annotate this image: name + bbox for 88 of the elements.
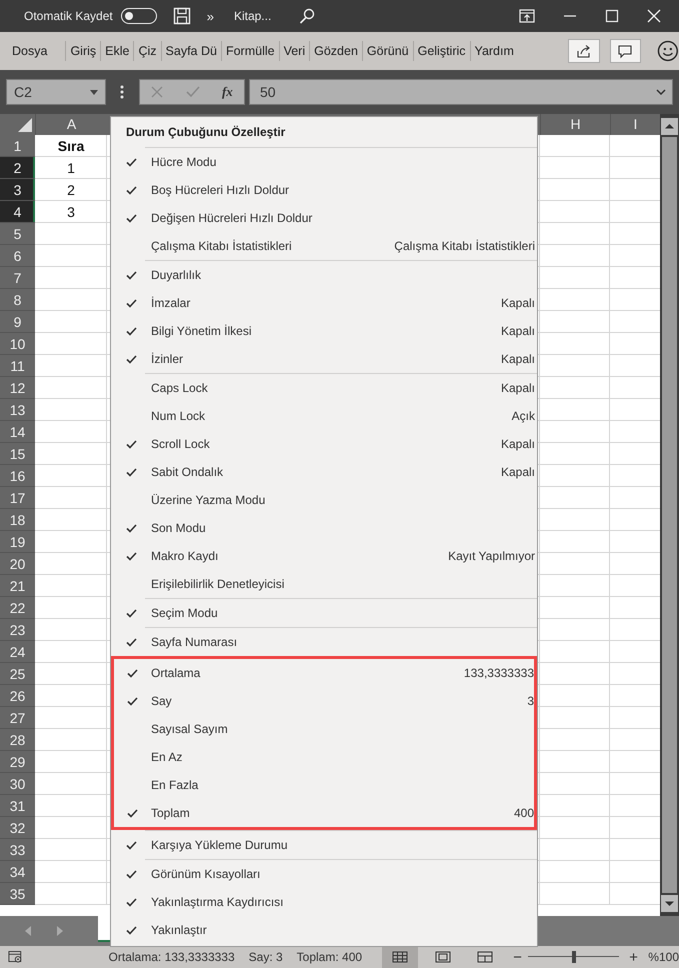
row-header[interactable]: 18: [0, 509, 35, 531]
menu-item[interactable]: Sayfa Numarası: [111, 628, 537, 656]
ribbon-tab[interactable]: Gözden: [309, 41, 362, 61]
row-header[interactable]: 15: [0, 443, 35, 465]
menu-item[interactable]: Makro Kaydı Kayıt Yapılmıyor: [111, 542, 537, 570]
menu-item[interactable]: Duyarlılık: [111, 261, 537, 289]
menu-item[interactable]: Bilgi Yönetim İlkesi Kapalı: [111, 317, 537, 345]
autosave-label: Otomatik Kaydet: [24, 9, 113, 23]
menu-item[interactable]: En Fazla: [114, 771, 534, 799]
menu-item[interactable]: Sabit Ondalık Kapalı: [111, 458, 537, 486]
menu-item[interactable]: Num Lock Açık: [111, 402, 537, 430]
menu-item[interactable]: Caps Lock Kapalı: [111, 374, 537, 402]
more-commands[interactable]: »: [206, 8, 214, 24]
name-box[interactable]: C2: [6, 79, 106, 105]
row-header[interactable]: 16: [0, 465, 35, 487]
row-header[interactable]: 28: [0, 729, 35, 751]
row-header[interactable]: 29: [0, 751, 35, 773]
menu-item[interactable]: Seçim Modu: [111, 599, 537, 627]
row-header[interactable]: 27: [0, 707, 35, 729]
row-header[interactable]: 14: [0, 421, 35, 443]
row-header[interactable]: 1: [0, 135, 35, 157]
row-header[interactable]: 32: [0, 817, 35, 839]
row-header[interactable]: 10: [0, 333, 35, 355]
row-header[interactable]: 9: [0, 311, 35, 333]
menu-item[interactable]: Hücre Modu: [111, 148, 537, 176]
table-cell: 1: [67, 160, 75, 176]
row-header[interactable]: 17: [0, 487, 35, 509]
row-header[interactable]: 25: [0, 663, 35, 685]
ribbon-tab[interactable]: Giriş: [65, 41, 100, 61]
row-header[interactable]: 21: [0, 575, 35, 597]
ribbon-tab[interactable]: Ekle: [100, 41, 134, 61]
row-header[interactable]: 3: [0, 179, 35, 201]
row-header[interactable]: 19: [0, 531, 35, 553]
insert-function-button[interactable]: fx: [222, 84, 233, 100]
row-header[interactable]: 24: [0, 641, 35, 663]
row-header[interactable]: 26: [0, 685, 35, 707]
row-header[interactable]: 6: [0, 245, 35, 267]
row-header[interactable]: 11: [0, 355, 35, 377]
table-cell: Sıra: [58, 138, 84, 154]
row-header[interactable]: 4: [0, 201, 35, 223]
row-header[interactable]: 2: [0, 157, 35, 179]
menu-item[interactable]: Karşıya Yükleme Durumu: [111, 831, 537, 859]
row-header[interactable]: 13: [0, 399, 35, 421]
menu-item[interactable]: En Az: [114, 743, 534, 771]
menu-item[interactable]: Boş Hücreleri Hızlı Doldur: [111, 176, 537, 204]
formula-field[interactable]: 50: [249, 79, 673, 105]
menu-item[interactable]: Çalışma Kitabı İstatistikleri Çalışma Kitabı İstatistikleri: [111, 232, 537, 260]
status-statistic[interactable]: Toplam: 400: [296, 950, 362, 964]
ribbon-tab[interactable]: Geliştiric: [412, 41, 470, 61]
ribbon-tab[interactable]: Çiz: [133, 41, 161, 61]
row-header[interactable]: 5: [0, 223, 35, 245]
row-header[interactable]: 22: [0, 597, 35, 619]
ribbon-tab[interactable]: Görünü: [362, 41, 413, 61]
row-header[interactable]: 8: [0, 289, 35, 311]
menu-item[interactable]: Yakınlaştırma Kaydırıcısı: [111, 888, 537, 916]
status-statistic[interactable]: Ortalama: 133,3333333: [108, 950, 235, 964]
zoom-level[interactable]: %100: [648, 950, 679, 964]
ribbon-tab[interactable]: Yardım: [470, 41, 518, 61]
table-cell: 3: [67, 204, 75, 220]
status-statistic[interactable]: Say: 3: [248, 950, 283, 964]
menu-item[interactable]: Son Modu: [111, 514, 537, 542]
menu-item[interactable]: Değişen Hücreleri Hızlı Doldur: [111, 204, 537, 232]
row-header[interactable]: 35: [0, 883, 35, 905]
row-header[interactable]: 31: [0, 795, 35, 817]
ribbon-tab[interactable]: Dosya: [0, 41, 66, 61]
row-header[interactable]: 33: [0, 839, 35, 861]
menu-item[interactable]: Sayısal Sayım: [114, 715, 534, 743]
row-header[interactable]: 12: [0, 377, 35, 399]
menu-item[interactable]: Scroll Lock Kapalı: [111, 430, 537, 458]
row-header[interactable]: 30: [0, 773, 35, 795]
menu-item[interactable]: İmzalar Kapalı: [111, 289, 537, 317]
ribbon-tab[interactable]: Veri: [278, 41, 310, 61]
menu-item[interactable]: Toplam 400: [114, 799, 534, 827]
menu-item[interactable]: Erişilebilirlik Denetleyicisi: [111, 570, 537, 598]
ribbon-tab[interactable]: Sayfa Dü: [160, 41, 221, 61]
row-header[interactable]: 34: [0, 861, 35, 883]
menu-title: Durum Çubuğunu Özelleştir: [125, 124, 286, 141]
menu-item[interactable]: Say 3: [114, 687, 534, 715]
menu-item[interactable]: İzinler Kapalı: [111, 345, 537, 373]
document-title: Kitap...: [234, 9, 272, 23]
ribbon-tab[interactable]: Formülle: [220, 41, 279, 61]
table-cell: 2: [67, 182, 75, 198]
menu-item[interactable]: Üzerine Yazma Modu: [111, 486, 537, 514]
row-header[interactable]: 23: [0, 619, 35, 641]
menu-item[interactable]: Görünüm Kısayolları: [111, 860, 537, 888]
row-header[interactable]: 20: [0, 553, 35, 575]
row-header[interactable]: 7: [0, 267, 35, 289]
menu-item[interactable]: Ortalama 133,3333333: [114, 659, 534, 687]
